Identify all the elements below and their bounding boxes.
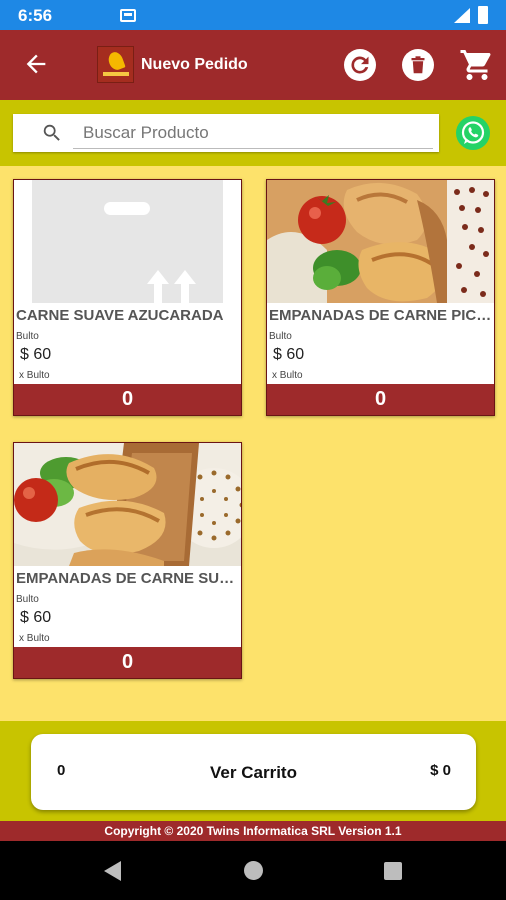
search-box — [13, 114, 439, 152]
product-price-unit: x Bulto — [19, 370, 50, 381]
view-cart-button[interactable]: 0 Ver Carrito $ 0 — [31, 734, 476, 810]
app-bar: Nuevo Pedido — [0, 30, 506, 100]
product-price-unit: x Bulto — [19, 633, 50, 644]
page-title: Nuevo Pedido — [141, 56, 248, 73]
nav-home-icon[interactable] — [244, 861, 263, 880]
product-card[interactable]: EMPANADAS DE CARNE SUAVE Bulto $ 60 x Bu… — [13, 442, 242, 679]
search-icon — [43, 124, 60, 141]
product-name: EMPANADAS DE CARNE SUAVE — [16, 570, 239, 587]
app-logo — [97, 46, 134, 83]
product-card[interactable]: CARNE SUAVE AZUCARADA Bulto $ 60 x Bulto… — [13, 179, 242, 416]
product-quantity[interactable]: 0 — [14, 384, 241, 415]
cart-total: $ 0 — [430, 762, 451, 779]
product-unit: Bulto — [269, 331, 292, 342]
view-cart-label: Ver Carrito — [210, 763, 297, 782]
product-quantity[interactable]: 0 — [14, 647, 241, 678]
copyright-footer: Copyright © 2020 Twins Informatica SRL V… — [0, 821, 506, 841]
trash-icon[interactable] — [401, 48, 435, 82]
product-unit: Bulto — [16, 594, 39, 605]
system-nav-bar — [0, 841, 506, 900]
signal-icon — [454, 8, 470, 23]
product-name: CARNE SUAVE AZUCARADA — [16, 307, 224, 324]
product-price: $ 60 — [273, 346, 305, 363]
refresh-icon[interactable] — [343, 48, 377, 82]
sim-card-icon — [120, 9, 136, 22]
product-name: EMPANADAS DE CARNE PICANTE — [269, 307, 492, 324]
whatsapp-icon[interactable] — [455, 115, 491, 151]
product-image-placeholder — [14, 180, 241, 303]
product-card[interactable]: EMPANADAS DE CARNE PICANTE Bulto $ 60 x … — [266, 179, 495, 416]
battery-icon — [478, 6, 488, 24]
product-price-unit: x Bulto — [272, 370, 303, 381]
product-unit: Bulto — [16, 331, 39, 342]
product-image — [267, 180, 494, 303]
nav-recents-icon[interactable] — [384, 862, 402, 880]
product-image — [14, 443, 241, 566]
status-bar: 6:56 — [0, 0, 506, 30]
product-quantity[interactable]: 0 — [267, 384, 494, 415]
cart-icon[interactable] — [459, 47, 495, 83]
nav-back-icon[interactable] — [104, 861, 121, 881]
cart-bar: 0 Ver Carrito $ 0 — [0, 721, 506, 821]
product-price: $ 60 — [20, 346, 52, 363]
product-price: $ 60 — [20, 609, 52, 626]
status-time: 6:56 — [18, 6, 53, 25]
search-bar — [0, 100, 506, 166]
search-input[interactable] — [73, 117, 433, 149]
back-arrow-icon[interactable] — [22, 50, 50, 78]
